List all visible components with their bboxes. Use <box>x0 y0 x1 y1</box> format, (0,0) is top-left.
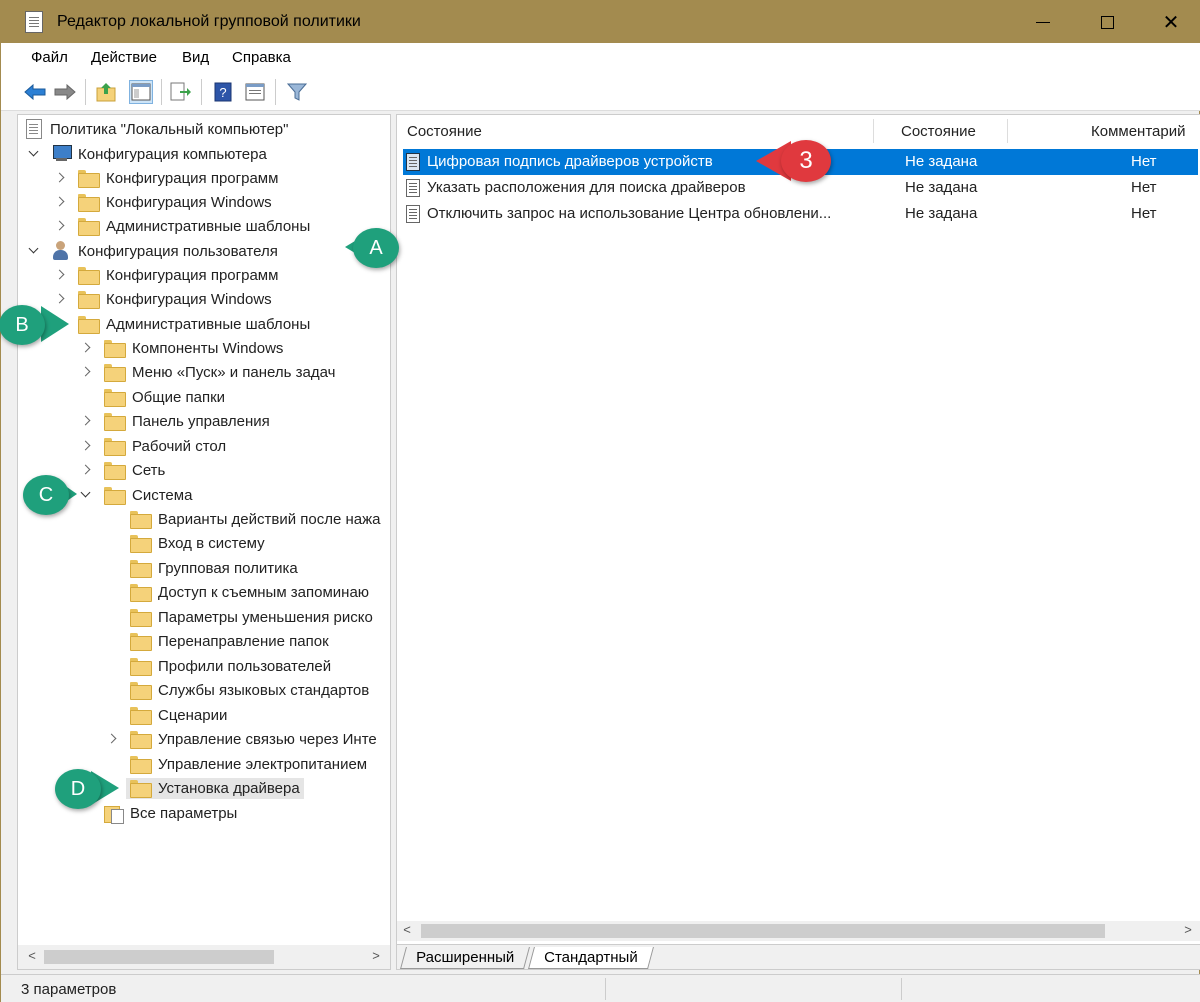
callout-c: C <box>23 475 69 515</box>
callout-b-pointer <box>41 306 69 342</box>
gpedit-window: Редактор локальной групповой политики ✕ … <box>0 0 1200 1002</box>
callout-3: 3 <box>781 140 831 182</box>
callout-pointers <box>41 141 791 805</box>
callout-b: B <box>0 305 45 345</box>
callout-d: D <box>55 769 101 809</box>
callout-a: A <box>353 228 399 268</box>
